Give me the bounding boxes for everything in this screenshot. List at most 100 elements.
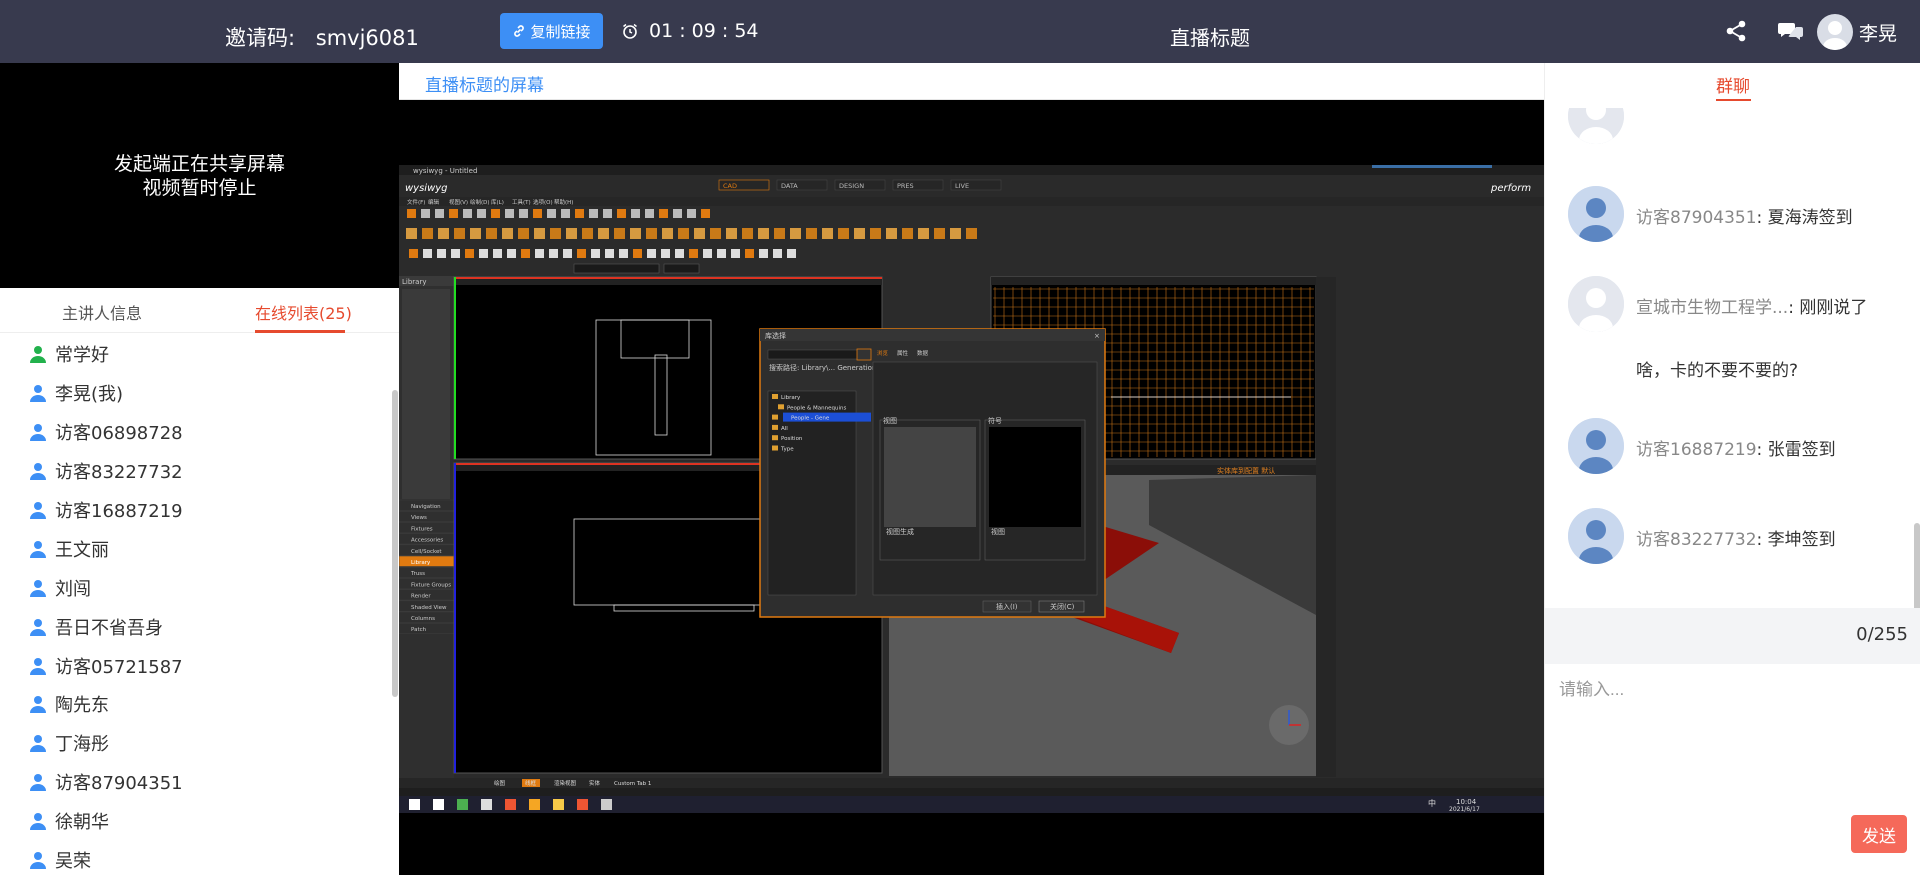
cad-menu-item[interactable]: 绘制(D) [470,198,490,206]
toolbar-icon [675,249,684,258]
toolbar-icon [437,249,446,258]
tab-online-list[interactable]: 在线列表(25) [255,300,352,324]
cad-menu-item[interactable]: 编辑 [428,198,440,206]
tab-group-chat[interactable]: 群聊 [1716,72,1750,97]
toolbar-icon [630,228,641,239]
cad-menu-item[interactable]: 选项(O) [533,198,553,206]
cad-bottom-tab[interactable]: 渲染视图 [554,779,577,787]
cad-tree-item[interactable]: Library [781,395,801,401]
toolbar-icon [787,249,796,258]
cad-dialog-preview1-label: 视图 [883,416,897,425]
list-item[interactable]: 访客87904351 [0,763,395,802]
cad-dialog-tab[interactable]: 属性 [897,349,909,357]
cad-sidebar-label[interactable]: Shaded View [411,605,447,611]
cad-dialog-insert-button[interactable]: 插入(I) [996,602,1018,611]
list-item[interactable]: 访客16887219 [0,491,395,530]
toolbar-icon [421,209,430,218]
list-item[interactable]: 李晃(我) [0,374,395,413]
cad-sidebar-label[interactable]: Views [411,515,427,521]
cad-menu-item[interactable]: 帮助(H) [554,198,573,206]
cad-brand: perform [1490,183,1531,194]
person-icon [30,579,46,597]
link-icon [514,25,525,37]
cad-window-title: wysiwyg - Untitled [413,167,477,175]
taskbar-icon [409,799,420,810]
chat-tab-underline [1716,99,1751,101]
cad-menu-item[interactable]: 文件(F) [407,198,425,206]
cad-mode-label[interactable]: PRES [897,182,914,190]
cad-bottom-tab[interactable]: 线框 [525,779,537,787]
cad-dialog-close[interactable]: × [1094,332,1100,340]
cad-menu-item[interactable]: 视图(V) [449,198,468,206]
toolbar-icon [758,228,769,239]
online-list-scrollbar[interactable] [392,390,398,697]
list-item[interactable]: 访客05721587 [0,646,395,685]
toolbar-icon [759,249,768,258]
toolbar-icon [619,249,628,258]
tab-host-info[interactable]: 主讲人信息 [62,300,142,324]
toolbar-icon [491,209,500,218]
chat-icon[interactable] [1778,20,1804,42]
taskbar-time: 10:04 [1456,798,1477,806]
cad-mode-label[interactable]: LIVE [955,182,969,190]
cad-sidebar-label[interactable]: Library [411,560,431,566]
folder-icon [772,424,778,430]
cad-menu-item[interactable]: 工具(T) [512,199,531,206]
cad-tree-item[interactable]: People - Gene [791,416,830,422]
cad-menu-bar: 文件(F) 编辑 视图(V) 绘制(D) 库(L) 工具(T) 选项(O) 帮助(H) [407,198,573,206]
cad-sidebar-label[interactable]: Truss [410,571,425,577]
invite-code: 邀请码: smvj6081 [225,22,419,52]
cad-sidebar-label[interactable]: Cell/Socket [411,549,442,555]
list-item[interactable]: 刘闯 [0,568,395,607]
cad-tree-item[interactable]: Type [780,447,794,453]
list-item[interactable]: 丁海彤 [0,724,395,763]
list-item[interactable]: 常学好 [0,335,395,374]
list-item[interactable]: 王文丽 [0,529,395,568]
copy-link-button[interactable]: 复制链接 [500,13,603,49]
list-item[interactable]: 访客83227732 [0,452,395,491]
list-item[interactable]: 访客06898728 [0,413,395,452]
cad-mode-label[interactable]: DATA [781,182,798,190]
user-name: 李晃(我) [55,384,124,406]
toolbar-icon [535,249,544,258]
cad-mode-label[interactable]: DESIGN [839,182,864,190]
cad-sidebar-label[interactable]: Patch [411,627,427,633]
list-item[interactable]: 吴荣 [0,841,395,875]
cad-bottom-tab[interactable]: 实体 [589,779,601,787]
cad-render-label: 实体库到配置 默认 [1217,466,1275,475]
cad-tree-item[interactable]: Position [781,436,803,442]
cad-sidebar-label[interactable]: Columns [411,616,435,622]
cad-sidebar-label[interactable]: Fixture Groups [411,582,451,588]
cad-sidebar-item [399,566,455,579]
toolbar-icon [589,209,598,218]
user-menu[interactable]: 李晃 [1817,14,1897,50]
cad-dialog-tab[interactable]: 浏览 [877,349,889,357]
share-icon[interactable] [1724,19,1748,43]
cad-sidebar-label[interactable]: Render [411,594,431,600]
cad-tree-item[interactable]: All [781,426,788,432]
toolbar-icon [854,228,865,239]
cad-sidebar-label[interactable]: Accessories [411,538,443,544]
chat-input[interactable] [1559,675,1899,705]
cad-mode-label[interactable]: CAD [723,182,737,190]
cad-sidebar-label[interactable]: Fixtures [411,526,433,532]
cad-menu-item[interactable]: 库(L) [491,198,504,206]
send-button[interactable]: 发送 [1851,815,1907,853]
list-item[interactable]: 吾日不省吾身 [0,607,395,646]
cad-bottom-tab[interactable]: 绘图 [494,779,506,787]
cad-sidebar-label[interactable]: Navigation [411,504,441,510]
user-name: 访客05721587 [55,656,183,678]
person-icon [30,735,46,753]
user-name: 访客16887219 [55,501,183,522]
cad-dialog-tab[interactable]: 数据 [917,349,929,357]
cad-tree-item[interactable]: People & Mannequins [787,405,847,411]
toolbar-icon [598,228,609,239]
list-item[interactable]: 徐朝华 [0,802,395,841]
top-bar: 邀请码: smvj6081 复制链接 01 : 09 : 54 直播标题 李晃 [0,0,1920,63]
chat-scrollbar[interactable] [1914,523,1920,613]
cad-bottom-tab[interactable]: Custom Tab 1 [614,781,651,787]
list-item[interactable]: 陶先东 [0,685,395,724]
toolbar-icon [550,228,561,239]
cad-dialog-close-button[interactable]: 关闭(C) [1050,602,1075,611]
char-counter: 0/255 [1856,624,1908,645]
